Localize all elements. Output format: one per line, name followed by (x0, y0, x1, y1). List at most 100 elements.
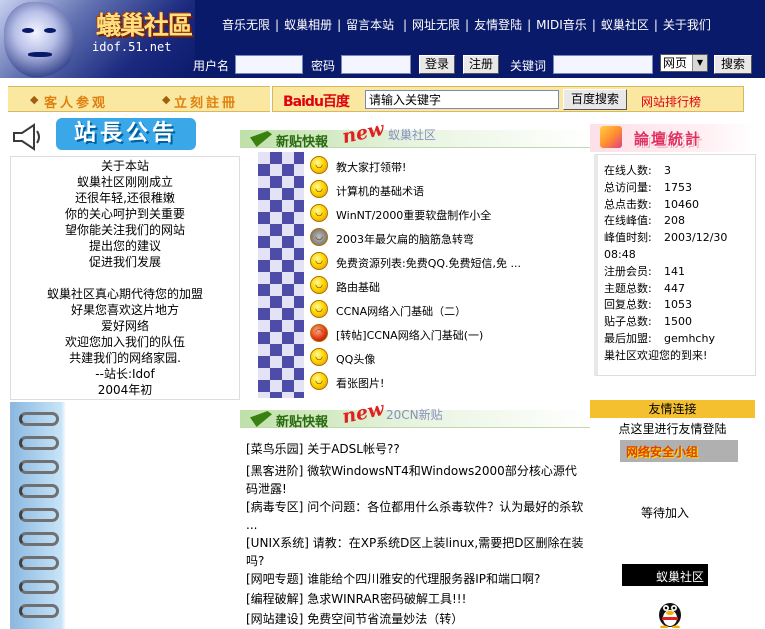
list-item[interactable]: ◡ CCNA网络入门基础（二） (310, 300, 580, 320)
username-label: 用户名 (193, 59, 230, 73)
friend-banner-security[interactable]: 网络安全小组 (620, 440, 738, 462)
list-item[interactable]: [UNIX系统] 请教：在XP系统D区上装linux,需要把D区删除在装吗? (246, 534, 586, 570)
figure-icon: ◡ (310, 228, 328, 246)
angry-icon: ◠ (310, 324, 328, 342)
list-item[interactable]: ◡ 路由基础 (310, 276, 580, 296)
newest-member-link[interactable]: gemhchy (664, 332, 715, 345)
left-column: 站長公告 关于本站 蚁巢社区刚刚成立 还很年轻,还很稚嫩 你的关心呵护到关重要 … (8, 118, 240, 629)
post-link[interactable]: [转帖]CCNA网络入门基础(一) (336, 327, 483, 343)
forum-tag[interactable]: [黑客进阶] (246, 464, 303, 478)
baidu-search-box: Baidu百度 百度搜索 网站排行榜 (272, 86, 744, 112)
password-label: 密码 (311, 59, 336, 73)
nav-friend-login[interactable]: 友情登陆 (474, 16, 522, 33)
post-link[interactable]: 教大家打领带! (336, 159, 406, 175)
laughing-icon: ◡ (310, 204, 328, 222)
middle-column: 新贴快報 new 蚁巢社区 ◡ 教大家打领带! ◡ 计算机的基础术语 ◡ WinNT/… (240, 118, 590, 629)
top-header: 蟻巢社區 idof.51.net 音乐无限 | 蚁巢相册 | 留言本站 | 网址无限 | 友情… (0, 0, 765, 78)
post-link[interactable]: 路由基础 (336, 279, 380, 295)
post-link[interactable]: 2003年最欠扁的脑筋急转弯 (336, 231, 474, 247)
list-item[interactable]: ◡ QQ头像 (310, 348, 580, 368)
nav-community[interactable]: 蚁巢社区 (601, 16, 649, 33)
friend-login-link[interactable]: 点这里进行友情登陆 (590, 420, 755, 437)
list-item[interactable]: ◡ WinNT/2000重要软盘制作小全 (310, 204, 580, 224)
smiley-icon: ◡ (310, 156, 328, 174)
list-item[interactable]: ◠ [转帖]CCNA网络入门基础(一) (310, 324, 580, 344)
username-input[interactable] (235, 55, 303, 74)
friend-banner-label: 网络安全小组 (626, 445, 699, 459)
baidu-search-button[interactable]: 百度搜索 (563, 89, 627, 110)
notice-line: 共建我们的网络家园. (69, 351, 181, 365)
search-scope-select[interactable]: 网页 ▼ (660, 54, 708, 72)
keyword-input[interactable] (553, 55, 653, 74)
list-item[interactable]: [编程破解] 急求WINRAR密码破解工具!!! (246, 590, 586, 608)
post-link[interactable]: 免费资源列表:免费QQ.免费短信,免 ... (336, 255, 521, 271)
qq-penguin-icon[interactable] (656, 598, 684, 628)
stat-row: 在线人数: 3 (604, 164, 671, 177)
forum-tag[interactable]: [网吧专题] (246, 572, 303, 586)
guest-visit-label: 客人参观 (44, 96, 109, 111)
list-item[interactable]: ◡ 教大家打领带! (310, 156, 580, 176)
list-item[interactable]: [网吧专题] 谁能给个四川雅安的代理服务器IP和端口啊? (246, 570, 586, 588)
notice-title: 站長公告 (56, 118, 196, 150)
forum-tag[interactable]: [菜鸟乐园] (246, 442, 303, 456)
nav-music[interactable]: 音乐无限 (222, 16, 270, 33)
section-subtitle: 20CN新贴 (386, 408, 443, 422)
post-link[interactable]: QQ头像 (336, 351, 375, 367)
chevron-down-icon[interactable]: ▼ (692, 55, 707, 71)
forum-tag[interactable]: [UNIX系统] (246, 536, 309, 550)
stats-header: 論壇統計 (590, 124, 755, 152)
baidu-logo[interactable]: Baidu百度 (283, 91, 350, 111)
stats-title: 論壇統計 (634, 130, 703, 148)
list-item[interactable]: ◡ 2003年最欠扁的脑筋急转弯 (310, 228, 580, 248)
notice-line: 爱好网络 (100, 319, 149, 333)
site-ranking-link[interactable]: 网站排行榜 (641, 93, 701, 110)
stat-row: 巢社区欢迎您的到来! (604, 348, 708, 362)
post-link[interactable]: 急求WINRAR密码破解工具!!! (307, 592, 466, 606)
list-item[interactable]: [菜鸟乐园] 关于ADSL帐号?? (246, 440, 586, 458)
notice-line: 望你能关注我们的网站 (64, 223, 185, 237)
list-item[interactable]: [网站建设] 免费空间节省流量妙法（转） (246, 610, 586, 628)
sunglasses-icon: ◡ (310, 252, 328, 270)
post-link[interactable]: WinNT/2000重要软盘制作小全 (336, 207, 491, 223)
notice-line: 提出您的建议 (88, 239, 161, 253)
stat-row: 回复总数: 1053 (604, 298, 692, 312)
login-button[interactable]: 登录 (419, 55, 455, 74)
register-now-link[interactable]: ◆ 立刻註冊 (144, 86, 270, 112)
nav-midi[interactable]: MIDI音乐 (536, 16, 587, 33)
post-link[interactable]: 免费空间节省流量妙法（转） (307, 612, 463, 626)
post-link[interactable]: 计算机的基础术语 (336, 183, 424, 199)
baidu-search-input[interactable] (365, 90, 559, 109)
section-title: 新贴快報 (276, 415, 329, 430)
post-link[interactable]: CCNA网络入门基础（二） (336, 303, 466, 319)
post-link[interactable]: 谁能给个四川雅安的代理服务器IP和端口啊? (307, 572, 540, 586)
stat-row: 总访问量: 1753 (604, 180, 692, 194)
forum-tag[interactable]: [网站建设] (246, 612, 303, 626)
community-post-list: ◡ 教大家打领带! ◡ 计算机的基础术语 ◡ WinNT/2000重要软盘制作小全 ◡… (240, 152, 590, 398)
list-item[interactable]: [病毒专区] 问个问题：各位都用什么杀毒软件？认为最好的杀软 ... (246, 498, 586, 534)
stat-row: 总点击数: 10460 (604, 197, 699, 211)
nav-links[interactable]: 网址无限 (412, 16, 460, 33)
post-link[interactable]: 关于ADSL帐号?? (307, 442, 400, 456)
site-logo[interactable]: 蟻巢社區 idof.51.net (0, 0, 195, 78)
nav-guestbook[interactable]: 留言本站 (346, 16, 394, 33)
nav-about[interactable]: 关于我们 (663, 16, 711, 33)
section-header-community: 新贴快報 new 蚁巢社区 (240, 118, 590, 152)
forum-tag[interactable]: [病毒专区] (246, 500, 303, 514)
guest-visit-link[interactable]: ◆ 客人参观 (8, 86, 144, 112)
post-link[interactable]: 看张图片! (336, 375, 384, 391)
nav-album[interactable]: 蚁巢相册 (284, 16, 332, 33)
password-input[interactable] (341, 55, 411, 74)
friend-banner-community[interactable]: 蚁巢社区 (622, 564, 708, 586)
search-button[interactable]: 搜索 (714, 55, 752, 74)
list-item[interactable]: ◡ 免费资源列表:免费QQ.免费短信,免 ... (310, 252, 580, 272)
list-item[interactable]: ◡ 看张图片! (310, 372, 580, 392)
section-title: 新贴快報 (276, 135, 329, 150)
register-button[interactable]: 注册 (463, 55, 499, 74)
checker-decoration (258, 152, 304, 398)
smiley-icon: ◡ (310, 180, 328, 198)
list-item[interactable]: [黑客进阶] 微软WindowsNT4和Windows2000部分核心源代码泄露… (246, 462, 586, 498)
notice-line: --站长:Idof (95, 367, 155, 381)
stat-row: 主题总数: 447 (604, 281, 685, 295)
forum-tag[interactable]: [编程破解] (246, 592, 303, 606)
list-item[interactable]: ◡ 计算机的基础术语 (310, 180, 580, 200)
